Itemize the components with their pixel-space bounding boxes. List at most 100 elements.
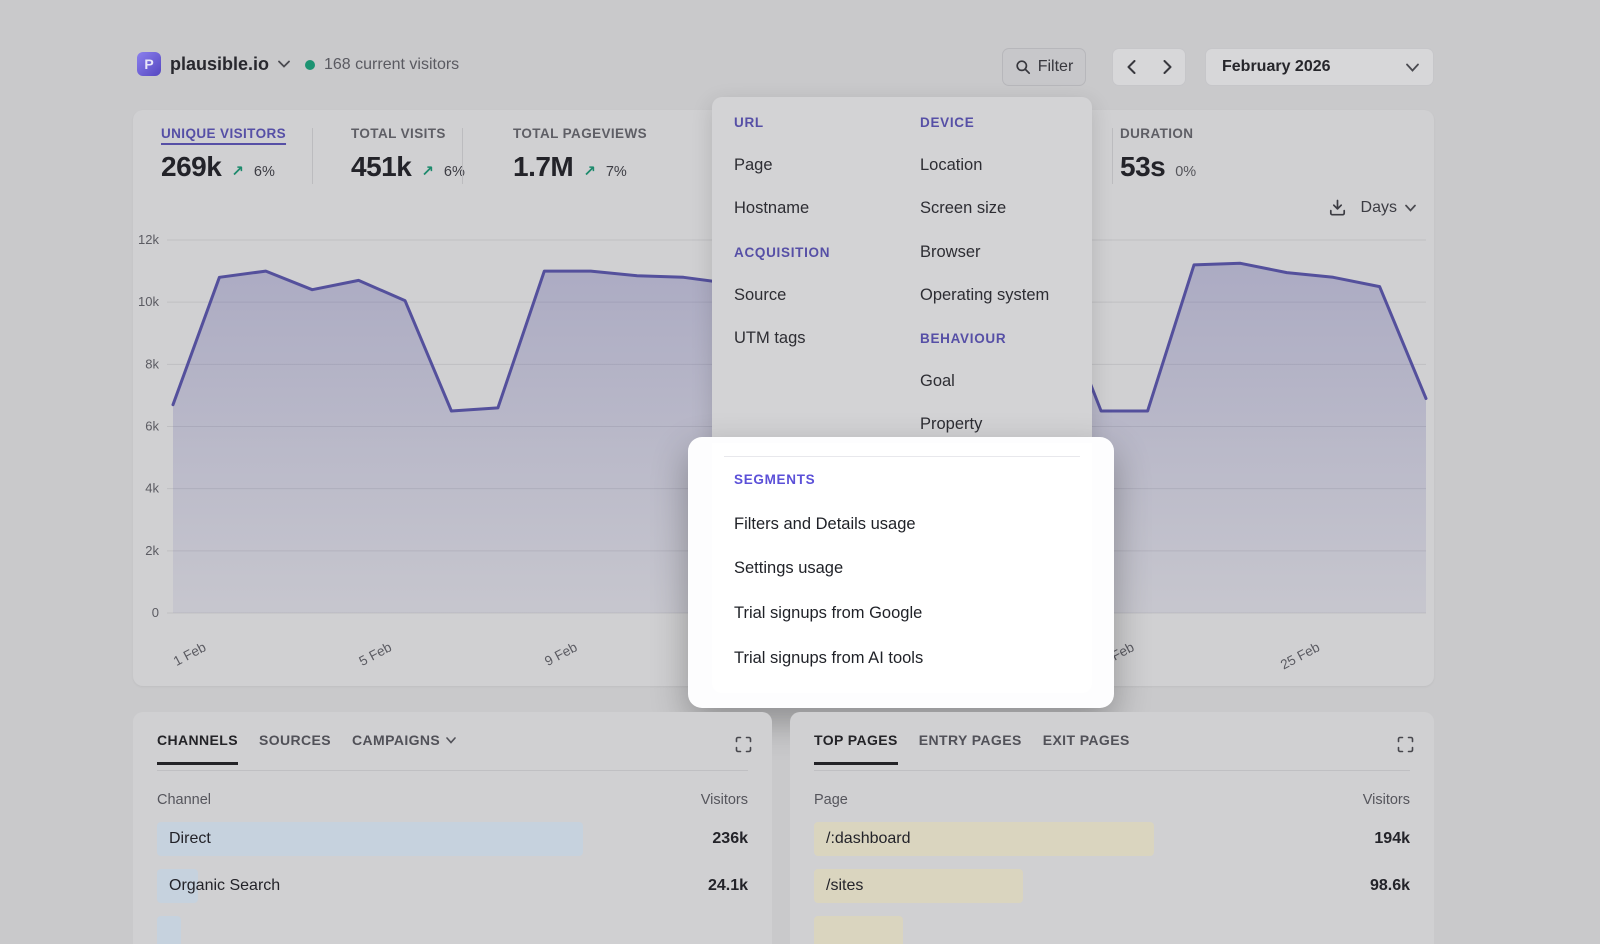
tabs-divider <box>157 770 748 771</box>
column-header-visitors: Visitors <box>1363 792 1410 808</box>
segment-item-trial-signups-from-google[interactable]: Trial signups from Google <box>734 591 1092 636</box>
filter-button-label: Filter <box>1038 58 1074 76</box>
filter-group-header-device: DEVICE <box>920 101 1085 144</box>
date-range-selector[interactable]: February 2026 <box>1205 48 1434 86</box>
search-icon <box>1015 59 1031 75</box>
filter-group-header-behaviour: BEHAVIOUR <box>920 317 1085 360</box>
chevron-down-icon <box>1406 63 1419 72</box>
site-switcher[interactable]: P plausible.io <box>137 52 290 76</box>
stat-label: TOTAL PAGEVIEWS <box>513 126 647 141</box>
filter-menu-item-hostname[interactable]: Hostname <box>734 187 899 230</box>
chevron-down-icon <box>1405 204 1416 212</box>
segment-item-settings-usage[interactable]: Settings usage <box>734 547 1092 592</box>
svg-text:2k: 2k <box>145 543 159 558</box>
current-visitors-link[interactable]: 168 current visitors <box>305 56 459 74</box>
chevron-right-icon <box>1163 60 1172 74</box>
stat-duration[interactable]: DURATION 53s0% <box>1120 126 1196 183</box>
next-period-button[interactable] <box>1149 49 1185 85</box>
column-header-visitors: Visitors <box>701 792 748 808</box>
filter-menu-column-2: DEVICELocationScreen sizeBrowserOperatin… <box>920 101 1085 443</box>
filter-group-header-url: URL <box>734 101 899 144</box>
column-header-page: Page <box>814 792 848 808</box>
row-bar <box>157 916 181 944</box>
filter-menu-item-location[interactable]: Location <box>920 144 1085 187</box>
filter-dropdown: URLPageHostnameACQUISITIONSourceUTM tags… <box>712 97 1092 443</box>
table-row[interactable]: Organic Search 24.1k <box>157 869 748 903</box>
chevron-down-icon <box>446 737 456 744</box>
date-range-label: February 2026 <box>1222 58 1331 76</box>
filter-menu-item-browser[interactable]: Browser <box>920 231 1085 274</box>
interval-selector[interactable]: Days <box>1361 199 1416 217</box>
svg-text:6k: 6k <box>145 419 159 434</box>
filter-button[interactable]: Filter <box>1002 48 1086 86</box>
download-icon[interactable] <box>1328 198 1347 217</box>
segment-item-trial-signups-from-ai-tools[interactable]: Trial signups from AI tools <box>734 636 1092 681</box>
svg-text:9 Feb: 9 Feb <box>542 639 580 668</box>
stat-change: 6% <box>254 164 275 180</box>
panel-tabs: CHANNELS SOURCES CAMPAIGNS <box>157 732 718 748</box>
stat-total-visits[interactable]: TOTAL VISITS451k↗6% <box>351 126 465 183</box>
tab-top-pages[interactable]: TOP PAGES <box>814 732 898 748</box>
stat-value-row: 53s0% <box>1120 151 1196 183</box>
filter-group-header-acquisition: ACQUISITION <box>734 231 899 274</box>
row-label: Organic Search <box>169 877 280 895</box>
prev-period-button[interactable] <box>1113 49 1149 85</box>
expand-icon <box>1397 736 1414 753</box>
pages-panel: TOP PAGES ENTRY PAGES EXIT PAGES Page Visito… <box>790 712 1434 944</box>
plausible-logo-icon: P <box>137 52 161 76</box>
column-headers: Channel Visitors <box>157 792 748 808</box>
table-row <box>814 916 1410 944</box>
tab-channels[interactable]: CHANNELS <box>157 732 238 748</box>
row-bar <box>157 822 583 856</box>
tabs-divider <box>814 770 1410 771</box>
stat-divider <box>1112 128 1113 184</box>
expand-panel-button[interactable] <box>1397 736 1414 758</box>
expand-icon <box>735 736 752 753</box>
row-value: 24.1k <box>708 877 748 895</box>
filter-menu-item-source[interactable]: Source <box>734 274 899 317</box>
segments-list: SEGMENTS Filters and Details usageSettin… <box>712 457 1092 681</box>
svg-text:4k: 4k <box>145 481 159 496</box>
filter-menu-item-page[interactable]: Page <box>734 144 899 187</box>
row-value: 236k <box>712 830 748 848</box>
panel-tabs: TOP PAGES ENTRY PAGES EXIT PAGES <box>814 732 1380 748</box>
live-dot-icon <box>305 60 315 70</box>
interval-label: Days <box>1361 199 1397 217</box>
row-bar <box>814 916 903 944</box>
trend-up-arrow-icon: ↗ <box>583 162 596 180</box>
row-label: /:dashboard <box>826 830 911 848</box>
filter-menu-item-screen-size[interactable]: Screen size <box>920 187 1085 230</box>
filter-menu-item-utm-tags[interactable]: UTM tags <box>734 317 899 360</box>
column-header-channel: Channel <box>157 792 211 808</box>
filter-menu-item-goal[interactable]: Goal <box>920 360 1085 403</box>
panel-rows: /:dashboard 194k/sites98.6k <box>814 822 1410 944</box>
table-row[interactable]: Direct236k <box>157 822 748 856</box>
trend-up-arrow-icon: ↗ <box>421 162 434 180</box>
expand-panel-button[interactable] <box>735 736 752 758</box>
table-row[interactable]: /sites98.6k <box>814 869 1410 903</box>
filter-menu-item-operating-system[interactable]: Operating system <box>920 274 1085 317</box>
stat-label: DURATION <box>1120 126 1196 141</box>
svg-text:10k: 10k <box>138 294 159 309</box>
tab-sources[interactable]: SOURCES <box>259 732 331 748</box>
panel-rows: Direct236k Organic Search 24.1k <box>157 822 748 944</box>
stat-change: 7% <box>606 164 627 180</box>
stat-divider <box>462 128 463 184</box>
stat-total-pageviews[interactable]: TOTAL PAGEVIEWS1.7M↗7% <box>513 126 647 183</box>
svg-text:12k: 12k <box>138 232 159 247</box>
segment-item-filters-and-details-usage[interactable]: Filters and Details usage <box>734 502 1092 547</box>
column-headers: Page Visitors <box>814 792 1410 808</box>
segments-header: SEGMENTS <box>734 457 1092 502</box>
stat-unique-visitors[interactable]: UNIQUE VISITORS269k↗6% <box>161 126 286 183</box>
svg-text:25 Feb: 25 Feb <box>1278 639 1322 672</box>
filter-dropdown-segments-section: SEGMENTS Filters and Details usageSettin… <box>712 443 1092 693</box>
tab-campaigns[interactable]: CAMPAIGNS <box>352 732 456 748</box>
stat-change: 0% <box>1175 164 1196 180</box>
table-row[interactable]: /:dashboard 194k <box>814 822 1410 856</box>
row-value: 98.6k <box>1370 877 1410 895</box>
trend-up-arrow-icon: ↗ <box>231 162 244 180</box>
tab-entry-pages[interactable]: ENTRY PAGES <box>919 732 1022 748</box>
svg-text:5 Feb: 5 Feb <box>357 639 395 668</box>
row-value: 194k <box>1374 830 1410 848</box>
tab-exit-pages[interactable]: EXIT PAGES <box>1043 732 1130 748</box>
